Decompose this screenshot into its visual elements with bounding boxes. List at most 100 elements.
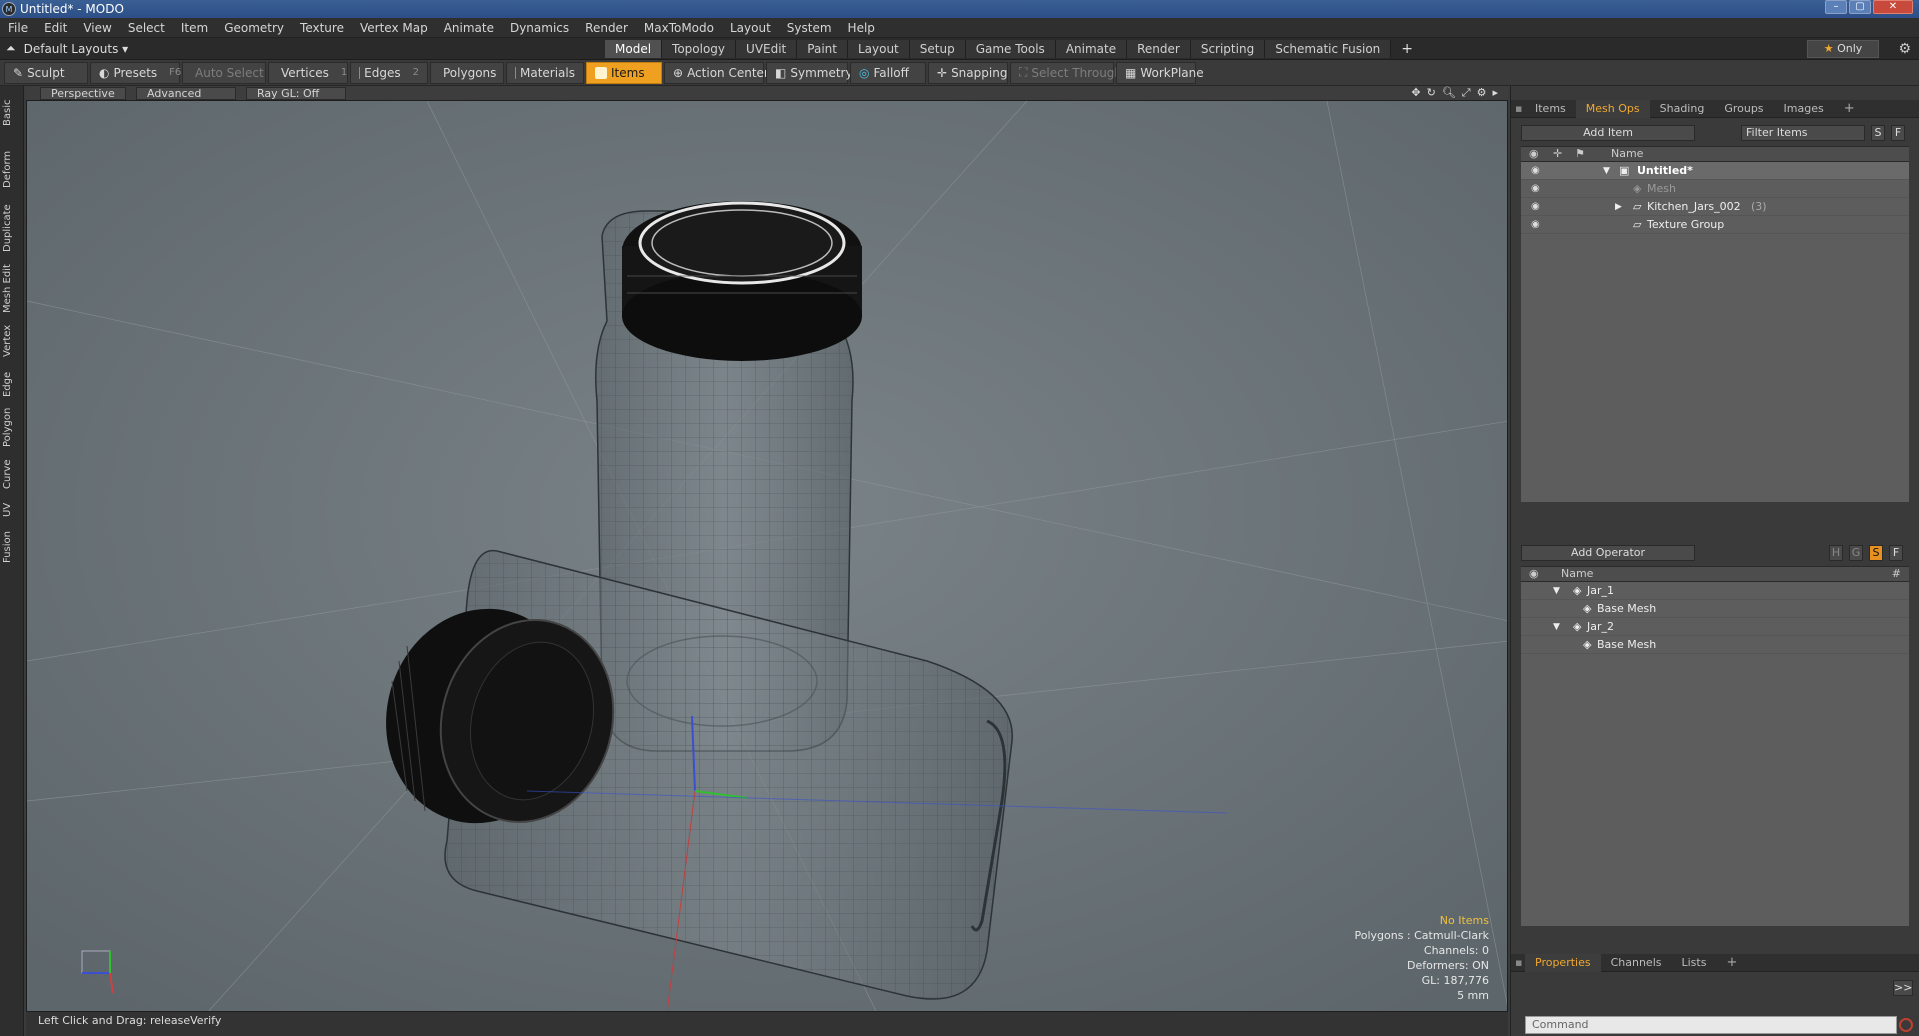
tree-row[interactable]: ◉ ◈ Mesh — [1521, 180, 1909, 198]
expand-button[interactable]: >> — [1893, 980, 1913, 996]
expand-arrow-icon[interactable]: ▼ — [1553, 586, 1560, 596]
workplane-button[interactable]: ▦ WorkPlane — [1116, 61, 1204, 84]
close-button[interactable]: ✕ — [1873, 0, 1913, 14]
tab-scripting[interactable]: Scripting — [1190, 40, 1266, 58]
tooltab-basic[interactable]: Basic — [2, 96, 22, 130]
eye-icon[interactable]: ◉ — [1531, 219, 1540, 230]
add-item-dropdown[interactable]: Add Item — [1521, 125, 1695, 141]
s-toggle-button[interactable]: S — [1869, 545, 1883, 561]
tab-shading[interactable]: Shading — [1650, 100, 1715, 118]
polygons-button[interactable]: Polygons — [430, 61, 504, 84]
gear-icon[interactable]: ⚙ — [1898, 41, 1911, 57]
view-type-dropdown[interactable]: Perspective — [40, 86, 126, 100]
tab-groups[interactable]: Groups — [1714, 100, 1773, 118]
tooltab-polygon[interactable]: Polygon — [2, 398, 22, 456]
viewport-gear-icon[interactable]: ⚙ — [1477, 86, 1487, 100]
menu-select[interactable]: Select — [120, 21, 173, 35]
raygl-dropdown[interactable]: Ray GL: Off — [246, 86, 346, 100]
viewport-arrow-icon[interactable]: ▸ — [1492, 86, 1498, 100]
edges-button[interactable]: Edges 2 — [350, 61, 428, 84]
menu-file[interactable]: File — [0, 21, 36, 35]
menu-item[interactable]: Item — [173, 21, 216, 35]
tab-setup[interactable]: Setup — [909, 40, 966, 58]
record-icon[interactable] — [1899, 1018, 1913, 1032]
menu-help[interactable]: Help — [840, 21, 883, 35]
menu-layout[interactable]: Layout — [722, 21, 779, 35]
eye-icon[interactable]: ◉ — [1531, 165, 1540, 176]
default-layouts-dropdown[interactable]: Default Layouts ▾ — [24, 42, 129, 56]
expand-arrow-icon[interactable]: ▼ — [1553, 622, 1560, 632]
menu-view[interactable]: View — [75, 21, 119, 35]
add-props-tab-button[interactable]: + — [1716, 954, 1747, 972]
snapping-button[interactable]: ✛ Snapping — [928, 61, 1008, 84]
zoom-icon[interactable]: 🔍︎ — [1442, 86, 1456, 100]
advanced-dropdown[interactable]: Advanced — [136, 86, 236, 100]
fit-icon[interactable]: ⤢ — [1462, 86, 1471, 100]
add-panel-tab-button[interactable]: + — [1834, 100, 1865, 118]
tab-layout[interactable]: Layout — [847, 40, 910, 58]
h-button[interactable]: H — [1829, 545, 1843, 561]
maximize-button[interactable]: ▢ — [1849, 0, 1871, 14]
menu-vertex-map[interactable]: Vertex Map — [352, 21, 436, 35]
menu-maxtomodo[interactable]: MaxToModo — [636, 21, 722, 35]
items-button[interactable]: Items — [586, 61, 662, 84]
layout-expand-icon[interactable]: ⏶ — [6, 41, 16, 56]
eye-icon[interactable]: ◉ — [1531, 183, 1540, 194]
vertices-button[interactable]: Vertices 1 — [268, 61, 348, 84]
tab-paint[interactable]: Paint — [797, 40, 848, 58]
tab-game-tools[interactable]: Game Tools — [965, 40, 1056, 58]
symmetry-button[interactable]: ◧ Symmetry — [766, 61, 853, 84]
select-through-button[interactable]: ⛶ Select Through — [1010, 61, 1122, 84]
action-center-button[interactable]: ⊕ Action Center — [664, 61, 769, 84]
eye-icon[interactable]: ◉ — [1531, 201, 1540, 212]
minimize-button[interactable]: – — [1825, 0, 1847, 14]
g-button[interactable]: G — [1849, 545, 1863, 561]
menu-texture[interactable]: Texture — [292, 21, 352, 35]
only-button[interactable]: ★ Only — [1807, 40, 1879, 58]
tooltab-vertex[interactable]: Vertex — [2, 318, 22, 364]
tab-render[interactable]: Render — [1127, 40, 1191, 58]
tree-row[interactable]: ◉ ▱ Texture Group — [1521, 216, 1909, 234]
tree-row[interactable]: ◉ ▼ ▣ Untitled* — [1521, 162, 1909, 180]
tab-items[interactable]: Items — [1525, 100, 1576, 118]
menu-system[interactable]: System — [779, 21, 840, 35]
menu-dynamics[interactable]: Dynamics — [502, 21, 577, 35]
add-tab-button[interactable]: + — [1391, 40, 1423, 58]
rotate-icon[interactable]: ↻ — [1427, 86, 1436, 100]
sculpt-button[interactable]: ✎ Sculpt — [4, 61, 88, 84]
f-toggle-button[interactable]: F — [1889, 545, 1903, 561]
tab-uvedit[interactable]: UVEdit — [736, 40, 798, 58]
menu-render[interactable]: Render — [577, 21, 636, 35]
tab-mesh-ops[interactable]: Mesh Ops — [1575, 99, 1650, 118]
auto-select-button[interactable]: Auto Select — [182, 61, 266, 84]
3d-viewport[interactable]: No Items Polygons : Catmull-Clark Channe… — [26, 100, 1508, 1012]
menu-edit[interactable]: Edit — [36, 21, 75, 35]
tooltab-deform[interactable]: Deform — [2, 146, 22, 192]
tab-properties[interactable]: Properties — [1525, 953, 1601, 972]
materials-button[interactable]: Materials — [506, 61, 584, 84]
falloff-button[interactable]: ◎ Falloff — [850, 61, 926, 84]
filter-items-input[interactable]: Filter Items — [1741, 125, 1865, 141]
tab-schematic-fusion[interactable]: Schematic Fusion — [1265, 40, 1392, 58]
add-operator-dropdown[interactable]: Add Operator — [1521, 545, 1695, 561]
tree-row[interactable]: ◈ Base Mesh — [1521, 636, 1909, 654]
tab-model[interactable]: Model — [605, 40, 663, 58]
expand-arrow-icon[interactable]: ▶ — [1615, 202, 1622, 212]
presets-button[interactable]: ◐ Presets F6 — [90, 61, 181, 84]
tooltab-fusion[interactable]: Fusion — [2, 526, 22, 568]
tooltab-mesh-edit[interactable]: Mesh Edit — [2, 258, 22, 320]
tab-topology[interactable]: Topology — [662, 40, 737, 58]
tree-row[interactable]: ◈ Base Mesh — [1521, 600, 1909, 618]
tooltab-uv[interactable]: UV — [2, 496, 22, 524]
tooltab-duplicate[interactable]: Duplicate — [2, 200, 22, 256]
tab-animate[interactable]: Animate — [1055, 40, 1128, 58]
menu-animate[interactable]: Animate — [436, 21, 502, 35]
tab-images[interactable]: Images — [1774, 100, 1834, 118]
tooltab-curve[interactable]: Curve — [2, 452, 22, 496]
tree-row[interactable]: ▼ ◈ Jar_2 — [1521, 618, 1909, 636]
f-button[interactable]: F — [1891, 125, 1905, 141]
menu-geometry[interactable]: Geometry — [216, 21, 292, 35]
expand-arrow-icon[interactable]: ▼ — [1603, 166, 1610, 176]
tree-row[interactable]: ◉ ▶ ▱ Kitchen_Jars_002 (3) — [1521, 198, 1909, 216]
tab-lists[interactable]: Lists — [1672, 954, 1717, 972]
